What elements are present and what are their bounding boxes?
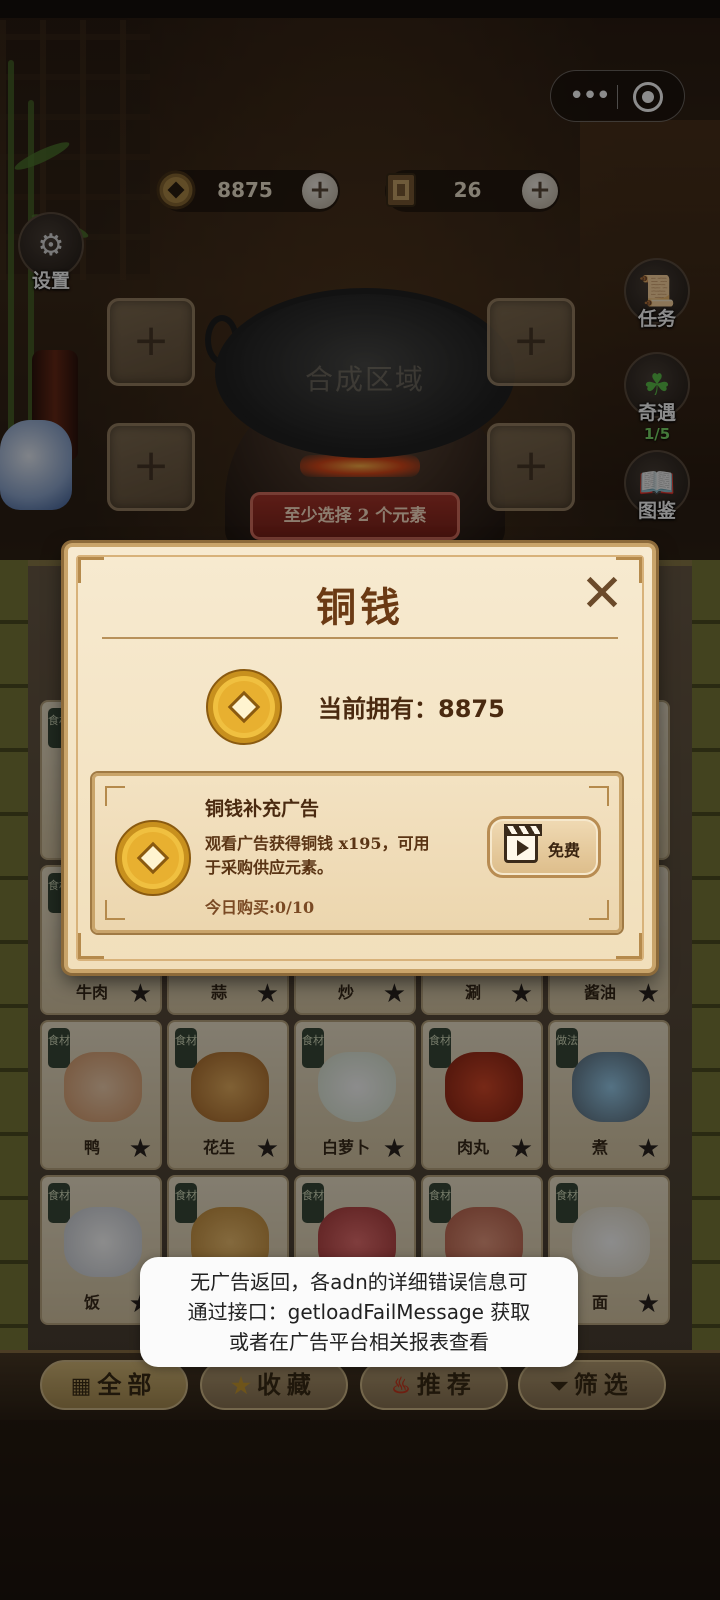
ad-title: 铜钱补充广告: [205, 798, 320, 820]
ad-description-line: 观看广告获得铜钱 x195，可用: [205, 834, 430, 853]
close-icon[interactable]: ✕: [578, 568, 626, 620]
gold-coin-icon: [115, 820, 191, 896]
watch-ad-free-button[interactable]: 免费: [487, 816, 601, 878]
frame-corner: [105, 900, 125, 920]
error-toast: 无广告返回，各adn的详细错误信息可 通过接口：getloadFailMessa…: [140, 1257, 578, 1367]
frame-corner: [78, 933, 104, 959]
ad-description-line: 于采购供应元素。: [205, 858, 334, 877]
toast-line: 通过接口：getloadFailMessage 获取: [187, 1300, 531, 1324]
ad-offer-card: 铜钱补充广告 观看广告获得铜钱 x195，可用 于采购供应元素。 今日购买:0/…: [92, 773, 622, 933]
frame-corner: [589, 900, 609, 920]
ad-description: 观看广告获得铜钱 x195，可用 于采购供应元素。: [205, 832, 465, 880]
game-scene: 合成区域 8875 + 26 + ••• ⚙ 设置 📜 任务 ☘ 奇遇 1/5 …: [0, 0, 720, 1600]
modal-title: 铜钱: [316, 584, 404, 631]
daily-purchase-count: 今日购买:0/10: [205, 898, 315, 917]
video-clapper-icon: [504, 824, 542, 863]
owned-coins: 当前拥有：8875: [318, 689, 505, 724]
owned-value: 8875: [438, 695, 505, 723]
frame-corner: [616, 933, 642, 959]
owned-label: 当前拥有：: [318, 694, 438, 723]
frame-corner: [589, 786, 609, 806]
toast-line: 无广告返回，各adn的详细错误信息可: [190, 1270, 528, 1294]
gold-coin-icon: [206, 669, 282, 745]
frame-corner: [105, 786, 125, 806]
coins-modal: 铜钱 ✕ 当前拥有：8875 铜钱补充广告 观看广告获得铜钱 x195，可用 于…: [64, 543, 656, 973]
free-button-label: 免费: [548, 841, 581, 860]
title-divider: [102, 637, 618, 639]
toast-line: 或者在广告平台相关报表查看: [229, 1330, 489, 1354]
